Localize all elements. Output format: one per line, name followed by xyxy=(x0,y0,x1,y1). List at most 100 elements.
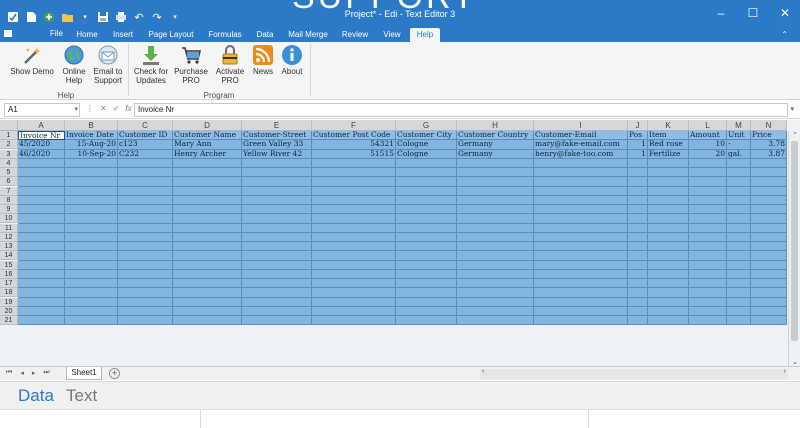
empty-cell[interactable] xyxy=(751,316,787,326)
empty-cell[interactable] xyxy=(727,288,751,298)
empty-cell[interactable] xyxy=(457,260,534,270)
empty-cell[interactable] xyxy=(689,205,727,215)
row-header[interactable]: 8 xyxy=(0,195,18,205)
empty-cell[interactable] xyxy=(312,214,396,224)
table-cell[interactable]: 1 xyxy=(628,140,648,150)
empty-cell[interactable] xyxy=(628,242,648,252)
empty-cell[interactable] xyxy=(396,158,457,168)
empty-cell[interactable] xyxy=(18,232,65,242)
table-cell[interactable]: Henry Archer xyxy=(173,149,242,159)
empty-cell[interactable] xyxy=(312,279,396,289)
empty-cell[interactable] xyxy=(396,297,457,307)
empty-cell[interactable] xyxy=(727,168,751,178)
empty-cell[interactable] xyxy=(727,297,751,307)
empty-cell[interactable] xyxy=(534,223,628,233)
empty-cell[interactable] xyxy=(65,195,118,205)
empty-cell[interactable] xyxy=(689,251,727,261)
empty-cell[interactable] xyxy=(242,269,312,279)
header-cell[interactable]: Customer ID xyxy=(118,131,173,141)
empty-cell[interactable] xyxy=(242,223,312,233)
empty-cell[interactable] xyxy=(396,279,457,289)
empty-cell[interactable] xyxy=(173,186,242,196)
empty-cell[interactable] xyxy=(727,316,751,326)
empty-cell[interactable] xyxy=(396,242,457,252)
tab-view[interactable]: View xyxy=(376,28,408,42)
empty-cell[interactable] xyxy=(751,168,787,178)
mode-tab-data[interactable]: Data xyxy=(18,386,54,406)
empty-cell[interactable] xyxy=(727,306,751,316)
tab-page-layout[interactable]: Page Layout xyxy=(142,28,200,42)
row-header[interactable]: 1 xyxy=(0,131,18,140)
empty-cell[interactable] xyxy=(173,269,242,279)
empty-cell[interactable] xyxy=(751,260,787,270)
empty-cell[interactable] xyxy=(242,214,312,224)
empty-cell[interactable] xyxy=(173,297,242,307)
table-cell[interactable]: henry@fake-too.com xyxy=(534,149,628,159)
empty-cell[interactable] xyxy=(312,251,396,261)
header-cell[interactable]: Customer Country xyxy=(457,131,534,141)
empty-cell[interactable] xyxy=(628,251,648,261)
empty-cell[interactable] xyxy=(751,195,787,205)
empty-cell[interactable] xyxy=(534,205,628,215)
row-header[interactable]: 21 xyxy=(0,316,18,325)
empty-cell[interactable] xyxy=(65,306,118,316)
empty-cell[interactable] xyxy=(312,288,396,298)
empty-cell[interactable] xyxy=(312,158,396,168)
empty-cell[interactable] xyxy=(457,195,534,205)
empty-cell[interactable] xyxy=(628,186,648,196)
empty-cell[interactable] xyxy=(628,269,648,279)
empty-cell[interactable] xyxy=(118,306,173,316)
empty-cell[interactable] xyxy=(457,177,534,187)
empty-cell[interactable] xyxy=(312,316,396,326)
header-cell[interactable]: Customer-Email xyxy=(534,131,628,141)
show-demo-button[interactable]: Show Demo xyxy=(6,44,58,90)
spreadsheet-grid[interactable]: ⌃ ⌄ A B C D E F G H I J K L M N 1 Invoice Nr Invoice Dat… xyxy=(0,120,800,366)
empty-cell[interactable] xyxy=(65,279,118,289)
empty-cell[interactable] xyxy=(396,269,457,279)
row-header[interactable]: 12 xyxy=(0,232,18,242)
table-cell[interactable]: 1 xyxy=(628,149,648,159)
column-header-l[interactable]: L xyxy=(689,120,727,131)
empty-cell[interactable] xyxy=(18,186,65,196)
empty-cell[interactable] xyxy=(648,214,689,224)
close-icon[interactable]: ✕ xyxy=(778,6,792,20)
empty-cell[interactable] xyxy=(242,288,312,298)
table-cell[interactable]: 15-Aug-20 xyxy=(65,140,118,150)
empty-cell[interactable] xyxy=(751,158,787,168)
empty-cell[interactable] xyxy=(242,177,312,187)
empty-cell[interactable] xyxy=(118,232,173,242)
empty-cell[interactable] xyxy=(751,223,787,233)
prev-sheet-icon[interactable]: ◂ xyxy=(20,369,24,377)
empty-cell[interactable] xyxy=(689,288,727,298)
row-header[interactable]: 11 xyxy=(0,223,18,233)
empty-cell[interactable] xyxy=(727,242,751,252)
empty-cell[interactable] xyxy=(648,288,689,298)
column-header-m[interactable]: M xyxy=(727,120,751,131)
empty-cell[interactable] xyxy=(751,186,787,196)
empty-cell[interactable] xyxy=(242,205,312,215)
table-cell[interactable]: 3.78 xyxy=(751,140,787,150)
header-cell[interactable]: Customer City xyxy=(396,131,457,141)
scroll-right-icon[interactable]: › xyxy=(784,368,786,375)
table-cell[interactable]: Cologne xyxy=(396,140,457,150)
column-header-k[interactable]: K xyxy=(648,120,689,131)
empty-cell[interactable] xyxy=(65,177,118,187)
empty-cell[interactable] xyxy=(18,306,65,316)
empty-cell[interactable] xyxy=(118,195,173,205)
empty-cell[interactable] xyxy=(751,205,787,215)
purchase-pro-button[interactable]: Purchase PRO xyxy=(172,44,210,90)
empty-cell[interactable] xyxy=(396,223,457,233)
about-button[interactable]: About xyxy=(278,44,306,90)
table-cell[interactable]: C232 xyxy=(118,149,173,159)
add-sheet-icon[interactable]: + xyxy=(109,368,120,379)
row-header[interactable]: 7 xyxy=(0,186,18,196)
empty-cell[interactable] xyxy=(689,232,727,242)
empty-cell[interactable] xyxy=(65,168,118,178)
empty-cell[interactable] xyxy=(689,260,727,270)
empty-cell[interactable] xyxy=(173,168,242,178)
tab-formulas[interactable]: Formulas xyxy=(202,28,248,42)
empty-cell[interactable] xyxy=(242,279,312,289)
empty-cell[interactable] xyxy=(727,223,751,233)
empty-cell[interactable] xyxy=(689,223,727,233)
table-cell[interactable]: 46/2020 xyxy=(18,149,65,159)
